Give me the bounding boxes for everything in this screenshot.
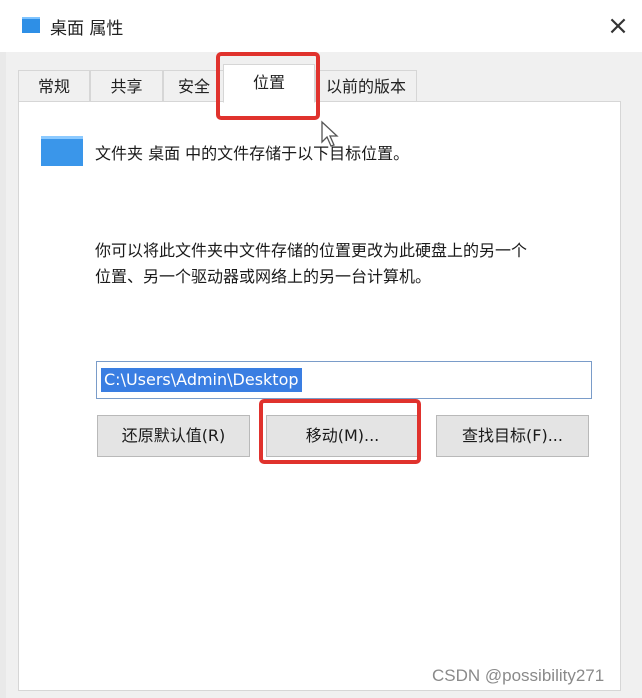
restore-default-button[interactable]: 还原默认值(R) <box>97 415 250 457</box>
location-description-line2: 位置、另一个驱动器或网络上的另一台计算机。 <box>95 267 432 286</box>
tab-sharing[interactable]: 共享 <box>90 70 163 102</box>
path-input[interactable]: C:\Users\Admin\Desktop <box>96 361 592 399</box>
close-button[interactable]: × <box>598 8 638 44</box>
location-panel: 文件夹 桌面 中的文件存储于以下目标位置。 你可以将此文件夹中文件存储的位置更改… <box>18 101 621 691</box>
watermark: CSDN @possibility271 <box>432 666 605 685</box>
window-title: 桌面 属性 <box>50 19 124 39</box>
location-heading: 文件夹 桌面 中的文件存储于以下目标位置。 <box>95 144 410 163</box>
find-target-button[interactable]: 查找目标(F)... <box>436 415 589 457</box>
properties-dialog: 桌面 属性 × 常规 共享 安全 位置 以前的版本 文件夹 桌面 中的文件存储于… <box>0 0 642 698</box>
tab-location[interactable]: 位置 <box>223 64 315 103</box>
path-value-selected: C:\Users\Admin\Desktop <box>101 368 302 392</box>
move-button-highlight <box>259 399 421 464</box>
location-description-line1: 你可以将此文件夹中文件存储的位置更改为此硬盘上的另一个 <box>95 241 528 260</box>
title-bar: 桌面 属性 × <box>0 0 642 52</box>
mouse-cursor-icon <box>321 120 339 147</box>
folder-icon <box>41 136 83 166</box>
window-left-edge <box>0 0 6 698</box>
tab-general[interactable]: 常规 <box>18 70 90 102</box>
folder-title-icon <box>22 17 40 33</box>
tab-previous-versions[interactable]: 以前的版本 <box>315 70 417 102</box>
